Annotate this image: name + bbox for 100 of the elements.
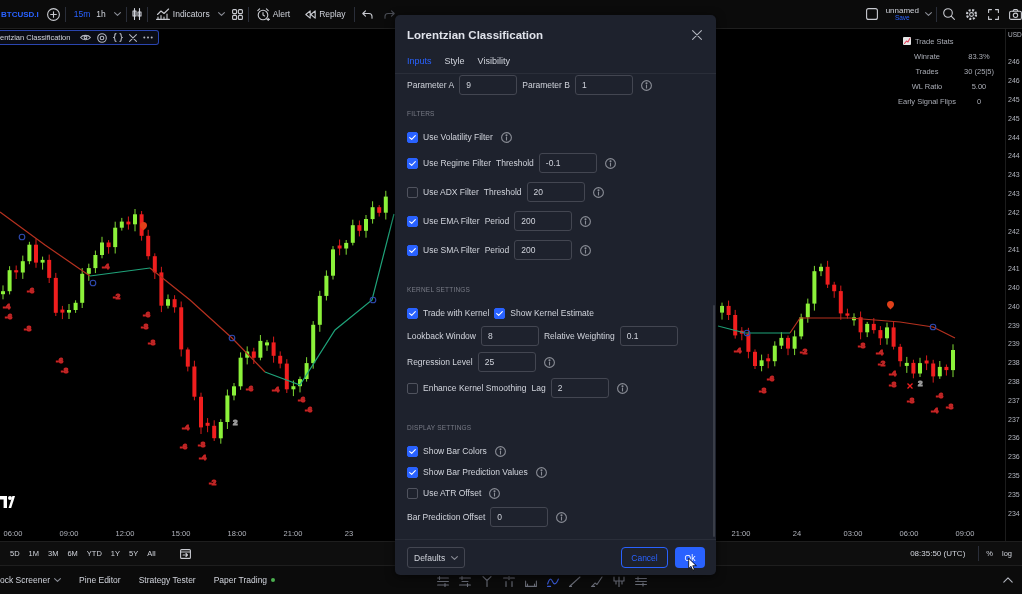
close-icon[interactable]: [129, 33, 138, 42]
checkbox[interactable]: [407, 131, 418, 143]
checkbox-label[interactable]: Show Bar Colors: [423, 446, 487, 456]
slash-icon[interactable]: [569, 575, 582, 587]
checkbox[interactable]: [407, 307, 418, 319]
input-field[interactable]: 9: [459, 75, 518, 95]
close-icon[interactable]: [692, 30, 702, 40]
checkbox[interactable]: [494, 307, 506, 319]
input-field[interactable]: 200: [514, 211, 573, 231]
checkbox-label[interactable]: Enhance Kernel Smoothing: [423, 383, 527, 393]
checkbox-label[interactable]: Use ADX Filter: [423, 187, 479, 197]
ok-button[interactable]: Ok: [675, 547, 705, 568]
defaults-dropdown[interactable]: Defaults: [407, 547, 465, 568]
prediction-label: -6: [767, 374, 775, 383]
falling-candle: [192, 360, 197, 401]
panel-tab[interactable]: Strategy Tester: [138, 575, 196, 585]
input-field[interactable]: 2: [550, 378, 609, 398]
prediction-label: -8: [889, 380, 897, 389]
braces-icon[interactable]: [113, 33, 124, 42]
wave-icon[interactable]: [547, 575, 560, 587]
input-field[interactable]: 20: [526, 182, 585, 202]
panel-tab[interactable]: Pine Editor: [79, 575, 121, 585]
checkbox-label[interactable]: Trade with Kernel: [423, 308, 490, 318]
input-field[interactable]: 0.1: [619, 326, 678, 346]
info-icon[interactable]: [604, 157, 616, 169]
input-field[interactable]: 0: [490, 507, 549, 527]
search-icon[interactable]: [943, 8, 955, 20]
checkbox[interactable]: [407, 157, 418, 169]
settings-icon[interactable]: [965, 7, 978, 21]
checkbox-label[interactable]: Use SMA Filter: [423, 245, 480, 255]
plus-circle-icon[interactable]: [46, 7, 60, 21]
checkbox-label[interactable]: Use Volatility Filter: [423, 132, 493, 142]
indicators-button[interactable]: Indicators: [152, 4, 213, 24]
checkbox[interactable]: [407, 382, 418, 394]
info-icon[interactable]: [535, 466, 547, 478]
checkbox-label[interactable]: Show Kernel Estimate: [510, 308, 594, 318]
camera-icon[interactable]: [1009, 8, 1022, 20]
falling-candle: [766, 353, 771, 369]
prediction-label: -8: [198, 440, 206, 449]
info-icon[interactable]: [500, 131, 512, 143]
dialog-tab[interactable]: Style: [444, 55, 465, 67]
checkbox[interactable]: [407, 445, 418, 457]
clock-time[interactable]: 08:35:50 (UTC): [910, 549, 966, 558]
input-field[interactable]: 200: [514, 240, 573, 260]
more-icon[interactable]: [143, 36, 154, 39]
checkbox-label[interactable]: Use Regime Filter: [423, 158, 492, 168]
layout-name[interactable]: unnamed: [885, 6, 919, 15]
checkbox[interactable]: [407, 487, 418, 499]
candles-icon[interactable]: [131, 8, 142, 20]
input-field[interactable]: 1: [574, 75, 633, 95]
fullscreen-icon[interactable]: [988, 8, 999, 20]
grid-icon[interactable]: [231, 8, 243, 20]
caret-up-icon[interactable]: [1003, 577, 1013, 583]
alert-button[interactable]: Alert: [253, 4, 294, 24]
scrollbar-thumb[interactable]: [713, 305, 715, 537]
info-icon[interactable]: [592, 186, 604, 198]
rising-candle: [258, 334, 263, 361]
checkbox[interactable]: [407, 186, 418, 198]
rising-candle: [779, 331, 784, 350]
checkbox[interactable]: [407, 215, 418, 227]
info-icon[interactable]: [580, 244, 592, 256]
stack-icon[interactable]: [635, 575, 648, 587]
square-icon[interactable]: [865, 8, 878, 20]
checkbox[interactable]: [407, 466, 418, 478]
eye-icon[interactable]: [80, 34, 92, 41]
checkbox-label[interactable]: Use ATR Offset: [423, 488, 482, 498]
undo-icon[interactable]: [361, 9, 373, 19]
caret-icon[interactable]: [113, 12, 121, 16]
settings-icon[interactable]: [97, 32, 108, 43]
info-icon[interactable]: [556, 511, 568, 523]
caret-icon[interactable]: [217, 12, 225, 16]
prediction-label: -6: [56, 356, 64, 365]
input-field[interactable]: 25: [477, 352, 536, 372]
checkbox-label[interactable]: Show Bar Prediction Values: [423, 467, 528, 477]
interval-button[interactable]: 15m: [70, 4, 94, 24]
symbol-name[interactable]: BTCUSD.I: [1, 9, 39, 19]
check-icon: [409, 247, 416, 253]
lines-icon[interactable]: [459, 575, 472, 587]
caret-icon[interactable]: [925, 12, 932, 16]
rising-candle: [7, 265, 12, 295]
info-icon[interactable]: [494, 445, 506, 457]
panel-tab[interactable]: Paper Trading: [213, 575, 276, 585]
rising-candle: [100, 236, 104, 259]
dialog-tab[interactable]: Visibility: [477, 55, 510, 67]
input-field[interactable]: -0.1: [538, 153, 597, 173]
info-icon[interactable]: [616, 382, 628, 394]
calendar-arrow-icon[interactable]: [179, 548, 191, 559]
replay-button[interactable]: Replay: [302, 4, 349, 24]
lines-icon[interactable]: [437, 575, 450, 587]
info-icon[interactable]: [489, 487, 501, 499]
checkbox-label[interactable]: Use EMA Filter: [423, 216, 480, 226]
info-icon[interactable]: [640, 79, 652, 91]
brush-icon[interactable]: [591, 575, 604, 587]
input-field[interactable]: 8: [481, 326, 539, 346]
checkbox[interactable]: [407, 244, 418, 256]
info-icon[interactable]: [543, 356, 555, 368]
logo-icon[interactable]: [0, 496, 15, 508]
interval-button[interactable]: 1h: [93, 4, 109, 24]
info-icon[interactable]: [580, 215, 592, 227]
panel-tab[interactable]: ock Screener: [0, 575, 62, 585]
